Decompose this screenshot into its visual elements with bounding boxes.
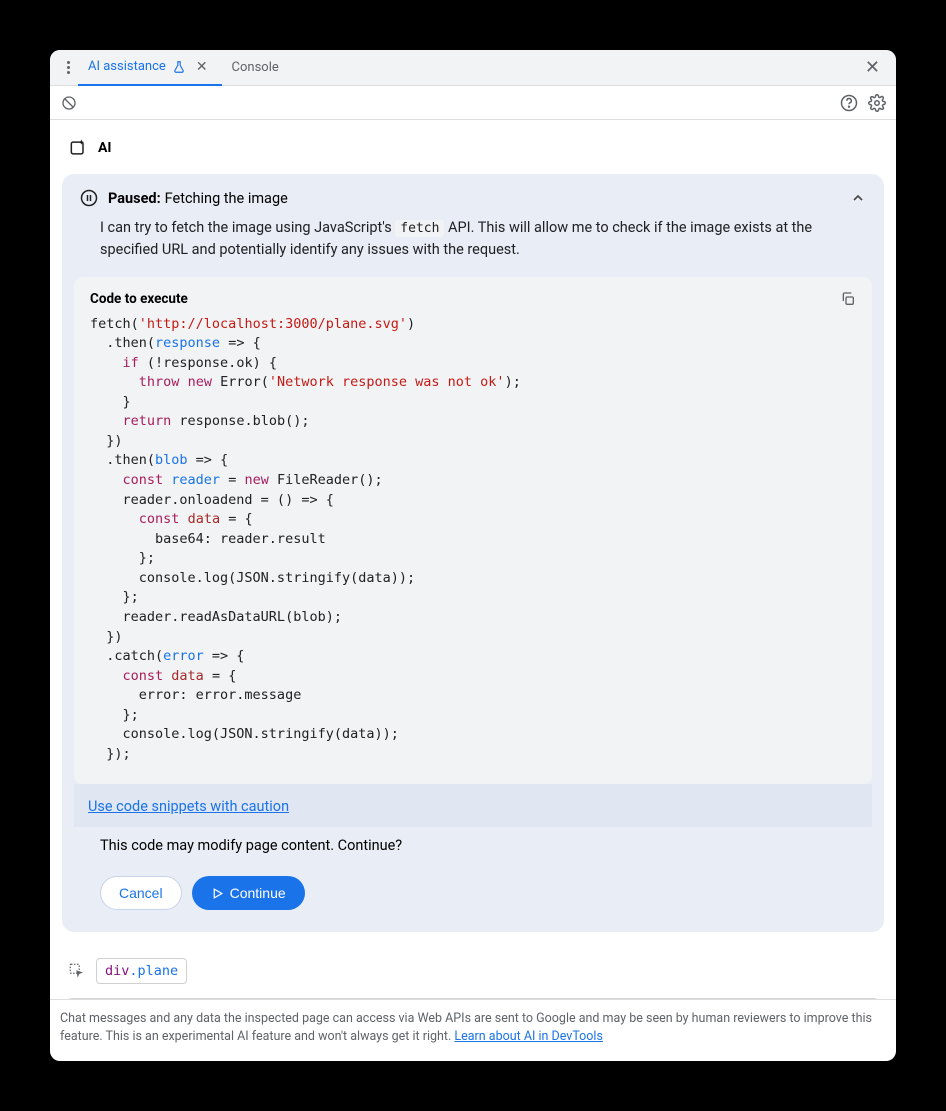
select-element-icon[interactable] — [68, 962, 86, 980]
element-class: .plane — [129, 963, 178, 979]
tab-label: AI assistance — [88, 59, 166, 74]
disclaimer: Chat messages and any data the inspected… — [50, 999, 896, 1062]
help-icon — [840, 94, 858, 112]
tab-ai-assistance[interactable]: AI assistance ✕ — [78, 50, 222, 86]
continue-label: Continue — [230, 885, 286, 901]
pause-icon — [80, 189, 98, 207]
code-header: Code to execute — [74, 277, 872, 313]
paused-title: Fetching the image — [165, 190, 288, 207]
panel-content: AI Paused: Fetching the image I can try — [50, 120, 896, 999]
continue-button[interactable]: Continue — [192, 876, 305, 910]
tab-label: Console — [232, 60, 279, 75]
gear-icon — [868, 94, 886, 112]
description-text-before: I can try to fetch the image using JavaS… — [100, 219, 395, 236]
settings-button[interactable] — [868, 94, 886, 112]
ai-step-card: Paused: Fetching the image I can try to … — [62, 174, 884, 932]
more-tabs-button[interactable] — [58, 61, 78, 74]
clear-button[interactable] — [60, 94, 78, 112]
cancel-button[interactable]: Cancel — [100, 876, 182, 910]
help-button[interactable] — [840, 94, 858, 112]
card-header: Paused: Fetching the image — [62, 174, 884, 217]
caution-link[interactable]: Use code snippets with caution — [74, 798, 289, 815]
tab-bar: AI assistance ✕ Console ✕ — [50, 50, 896, 86]
ai-header: AI — [60, 138, 886, 174]
tab-console[interactable]: Console — [222, 50, 289, 86]
code-title: Code to execute — [90, 291, 188, 307]
block-icon — [61, 95, 77, 111]
copy-icon — [840, 291, 856, 307]
disclaimer-link[interactable]: Learn about AI in DevTools — [454, 1029, 603, 1044]
ai-sparkle-icon — [68, 138, 88, 158]
flask-icon — [172, 60, 186, 74]
paused-heading: Paused: Fetching the image — [108, 188, 288, 207]
toolbar — [50, 86, 896, 120]
close-panel-button[interactable]: ✕ — [857, 53, 888, 82]
devtools-window: AI assistance ✕ Console ✕ — [50, 50, 896, 1061]
code-block: Code to execute fetch('http://localhost:… — [74, 277, 872, 785]
chevron-up-icon — [850, 190, 866, 206]
confirm-text: This code may modify page content. Conti… — [62, 827, 884, 864]
card-description: I can try to fetch the image using JavaS… — [62, 217, 884, 261]
cancel-label: Cancel — [119, 885, 163, 901]
ai-label: AI — [98, 140, 112, 156]
paused-label: Paused: — [108, 190, 161, 207]
element-tag[interactable]: div.plane — [96, 958, 187, 984]
code-content: fetch('http://localhost:3000/plane.svg')… — [74, 313, 872, 785]
element-name: div — [105, 963, 129, 979]
close-tab-button[interactable]: ✕ — [192, 57, 212, 77]
play-icon — [211, 887, 224, 900]
copy-code-button[interactable] — [840, 291, 856, 307]
collapse-button[interactable] — [850, 190, 866, 206]
selected-element-row: div.plane — [60, 952, 886, 994]
kebab-icon — [67, 61, 70, 74]
inline-code: fetch — [395, 220, 444, 237]
card-footer: Cancel Continue — [62, 864, 884, 932]
caution-bar: Use code snippets with caution — [74, 784, 872, 827]
